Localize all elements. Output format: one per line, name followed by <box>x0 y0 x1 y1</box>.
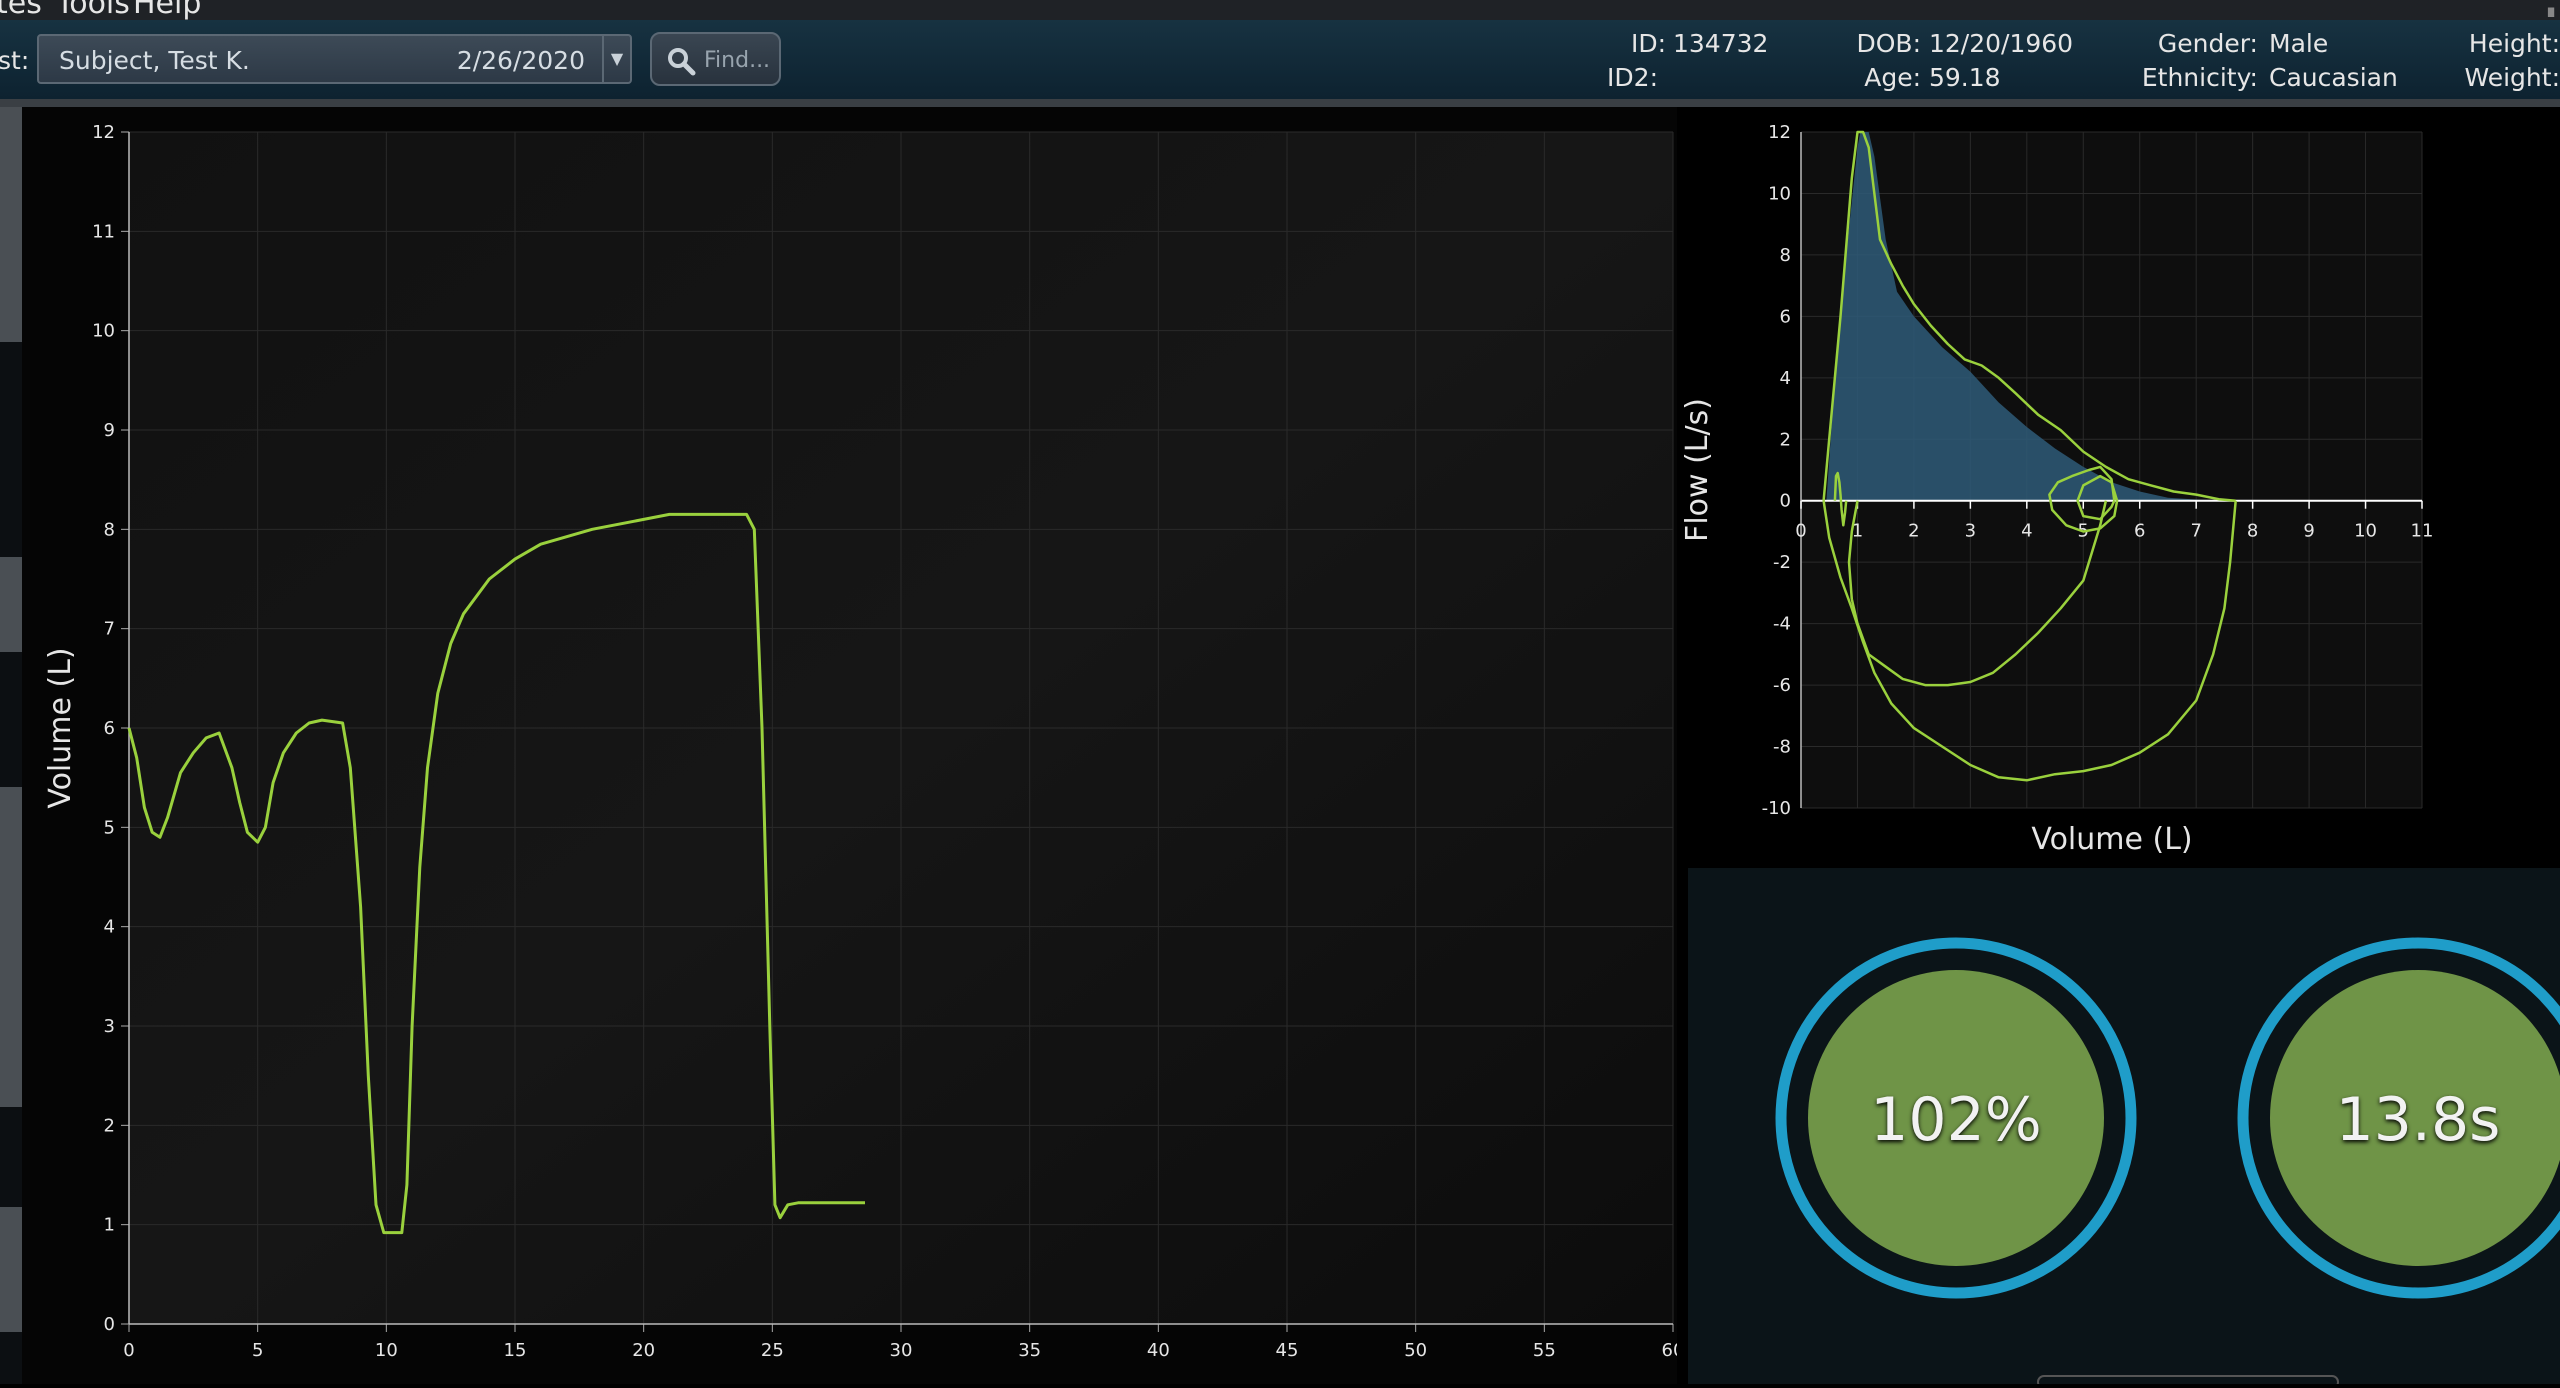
subject-name: Subject, Test K. <box>59 46 250 75</box>
y-tick-label: 0 <box>104 1314 115 1335</box>
flow-volume-svg: -10-8-6-4-20246810120 1 2 3 4 5 6 7 8 9 10 11Flow (… <box>1680 122 2434 857</box>
x-tick-label: 0 <box>123 1340 134 1361</box>
volume-time-chart: 0510152025303540455055600123456789101112… <box>22 107 1684 1384</box>
menu-bar: tes Tools Help ▗ <box>0 0 2560 20</box>
x-tick-label: 55 <box>1533 1340 1556 1361</box>
y-tick-label: -4 <box>1773 614 1791 635</box>
y-tick-label: 6 <box>104 718 115 739</box>
x-tick-label: 10 <box>2354 521 2377 542</box>
left-sidebar-strip <box>0 107 22 1384</box>
y-axis-label: Volume (L) <box>43 647 78 808</box>
x-tick-label: 6 <box>2134 521 2145 542</box>
subject-label: st: <box>0 46 30 75</box>
sidebar-tab[interactable] <box>0 787 22 1107</box>
y-tick-label: 6 <box>1780 306 1791 327</box>
x-tick-label: 3 <box>1965 521 1976 542</box>
weight-label: Weight: <box>2464 63 2560 92</box>
y-tick-label: 5 <box>104 817 115 838</box>
x-tick-label: 4 <box>2021 521 2032 542</box>
y-tick-label: 3 <box>104 1016 115 1037</box>
x-tick-label: 2 <box>1908 521 1919 542</box>
y-tick-label: 12 <box>92 122 115 143</box>
y-axis-label: Flow (L/s) <box>1680 398 1715 542</box>
height-label: Height: <box>2468 29 2560 58</box>
dob-label: DOB: <box>1856 29 1921 58</box>
y-tick-label: 1 <box>104 1215 115 1236</box>
window-corner-icon: ▗ <box>2541 0 2554 17</box>
dob-value: 12/20/1960 <box>1929 29 2074 58</box>
menu-item-help[interactable]: Help <box>133 0 201 20</box>
y-tick-label: 8 <box>104 519 115 540</box>
x-tick-label: 5 <box>252 1340 263 1361</box>
sidebar-tab[interactable] <box>0 107 22 342</box>
gauge-svg: 102% 13.8s <box>1775 937 2560 1388</box>
find-button[interactable]: Find... <box>650 32 781 86</box>
sidebar-tab[interactable] <box>0 557 22 652</box>
age-value: 59.18 <box>1929 63 2001 92</box>
x-tick-label: 30 <box>890 1340 913 1361</box>
y-tick-label: 8 <box>1780 245 1791 266</box>
id2-label: ID2: <box>1607 63 1658 92</box>
menu-item-tes[interactable]: tes <box>0 0 42 20</box>
y-tick-label: -10 <box>1762 798 1791 819</box>
menu-item-tools[interactable]: Tools <box>56 0 130 20</box>
volume-time-svg: 0510152025303540455055600123456789101112… <box>43 122 1684 1361</box>
x-tick-label: 45 <box>1276 1340 1299 1361</box>
y-tick-label: 10 <box>92 321 115 342</box>
y-tick-label: -6 <box>1773 675 1791 696</box>
gauge-value: 102% <box>1870 1085 2042 1155</box>
x-axis-label: Volume (L) <box>2031 822 2192 857</box>
ethnicity-value: Caucasian <box>2269 63 2398 92</box>
gauge-panel-button <box>2037 1375 2339 1388</box>
chevron-down-icon[interactable]: ▼ <box>602 36 630 82</box>
find-placeholder: Find... <box>704 48 771 73</box>
y-tick-label: -8 <box>1773 737 1791 758</box>
gauge-value: 13.8s <box>2336 1085 2501 1155</box>
x-tick-label: 15 <box>504 1340 527 1361</box>
subject-date: 2/26/2020 <box>456 46 585 75</box>
y-tick-label: 2 <box>104 1115 115 1136</box>
y-tick-label: 4 <box>1780 368 1791 389</box>
y-tick-label: 9 <box>104 420 115 441</box>
subject-select[interactable]: Subject, Test K. 2/26/2020 ▼ <box>37 34 632 84</box>
x-tick-label: 60 <box>1662 1340 1677 1361</box>
x-tick-label: 9 <box>2303 521 2314 542</box>
gender-label: Gender: <box>2157 29 2258 58</box>
x-tick-label: 10 <box>375 1340 398 1361</box>
y-tick-label: 7 <box>104 619 115 640</box>
y-tick-label: 11 <box>92 221 115 242</box>
ethnicity-label: Ethnicity: <box>2141 63 2258 92</box>
id-value: 134732 <box>1673 29 1769 58</box>
x-tick-label: 7 <box>2190 521 2201 542</box>
age-label: Age: <box>1864 63 1921 92</box>
y-tick-label: -2 <box>1773 552 1791 573</box>
y-tick-label: 10 <box>1768 183 1791 204</box>
sidebar-tab[interactable] <box>0 1207 22 1332</box>
x-tick-label: 20 <box>632 1340 655 1361</box>
y-tick-label: 4 <box>104 917 115 938</box>
x-tick-label: 8 <box>2247 521 2258 542</box>
search-icon <box>668 48 696 76</box>
x-tick-label: 50 <box>1404 1340 1427 1361</box>
x-tick-label: 0 <box>1795 521 1806 542</box>
flow-volume-panel: -10 -8 -6 -4 -2 0 2 4 6 8 10 12 0 1 2 3 4 5 6 7 8 9 10 11 Flow (… <box>1677 107 2560 867</box>
y-tick-label: 0 <box>1780 491 1791 512</box>
id-label: ID: <box>1630 29 1666 58</box>
y-tick-label: 12 <box>1768 122 1791 143</box>
x-tick-label: 35 <box>1018 1340 1041 1361</box>
x-tick-label: 25 <box>761 1340 784 1361</box>
patient-header: st: Subject, Test K. 2/26/2020 ▼ Find...… <box>0 20 2560 107</box>
x-tick-label: 40 <box>1147 1340 1170 1361</box>
gauge-panel: 102% 13.8s <box>1688 868 2560 1388</box>
gender-value: Male <box>2269 29 2329 58</box>
y-tick-label: 2 <box>1780 429 1791 450</box>
x-tick-label: 11 <box>2411 521 2434 542</box>
